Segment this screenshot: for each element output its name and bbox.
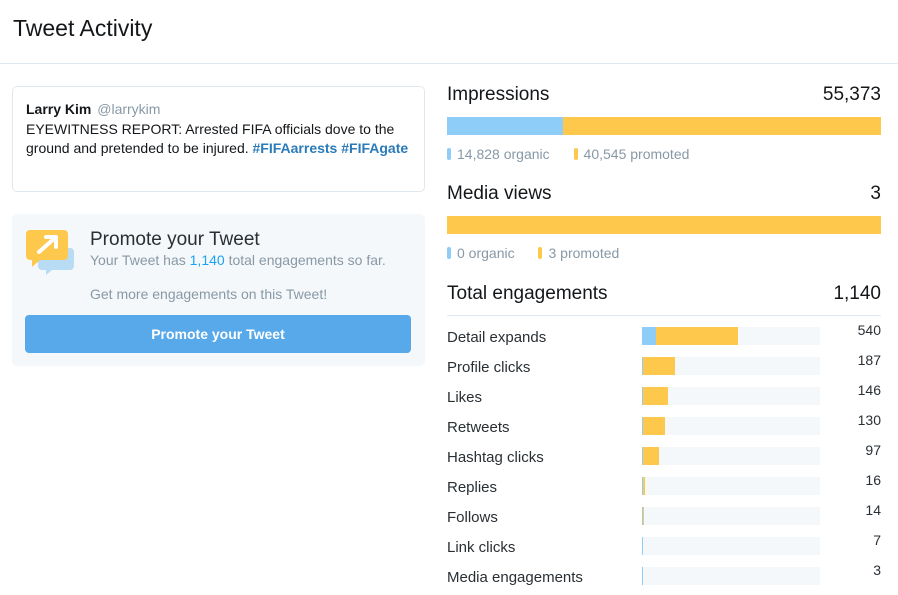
media-views-organic: 0 organic <box>457 245 515 261</box>
promote-desc-suffix: total engagements so far. <box>228 252 386 268</box>
media-views-label: Media views <box>447 183 552 204</box>
engagement-bar-promoted <box>656 327 738 345</box>
engagement-bar-track <box>642 387 820 405</box>
hashtag-link[interactable]: #FIFAarrests <box>253 140 338 156</box>
engagement-value: 16 <box>865 472 881 488</box>
engagement-label: Link clicks <box>447 539 516 556</box>
promoted-swatch <box>538 247 543 259</box>
engagement-bar-promoted <box>643 357 675 375</box>
engagement-label: Follows <box>447 509 498 526</box>
impressions-organic: 14,828 organic <box>457 146 550 162</box>
engagement-label: Media engagements <box>447 569 583 586</box>
tweet-text: EYEWITNESS REPORT: Arrested FIFA officia… <box>26 120 411 158</box>
total-engagements-metric: Total engagements 1,140 <box>447 283 881 309</box>
engagement-bar-organic <box>642 447 643 465</box>
media-views-bar <box>447 216 881 234</box>
hashtag-link[interactable]: #FIFAgate <box>341 140 408 156</box>
total-engagements-value: 1,140 <box>833 283 881 304</box>
impressions-legend: 14,828 organic 40,545 promoted <box>447 146 709 162</box>
engagement-bar-organic <box>642 417 643 435</box>
engagement-value: 14 <box>865 502 881 518</box>
engagement-bar-organic <box>642 507 643 525</box>
promote-arrow-icon <box>26 230 74 275</box>
engagement-bar-track <box>642 477 820 495</box>
engagement-value: 146 <box>857 382 881 398</box>
engagements-divider <box>447 315 881 316</box>
engagement-value: 7 <box>873 532 881 548</box>
engagement-value: 540 <box>857 322 881 338</box>
engagement-value: 130 <box>857 412 881 428</box>
total-engagements-label: Total engagements <box>447 283 608 304</box>
engagement-label: Hashtag clicks <box>447 449 544 466</box>
engagement-value: 3 <box>873 562 881 578</box>
engagement-bar-track <box>642 567 820 585</box>
tweet-author: Larry Kim @larrykim <box>26 101 411 118</box>
promote-description: Your Tweet has 1,140 total engagements s… <box>90 252 410 268</box>
promote-more-text: Get more engagements on this Tweet! <box>90 286 328 302</box>
engagement-bar-organic <box>642 387 643 405</box>
engagement-bar-organic <box>642 477 643 495</box>
engagement-row: Follows 14 <box>447 502 881 532</box>
engagement-bar-track <box>642 447 820 465</box>
impressions-value: 55,373 <box>822 84 881 105</box>
engagement-bar-track <box>642 327 820 345</box>
engagement-bar-track <box>642 417 820 435</box>
page-header: Tweet Activity <box>0 0 898 64</box>
engagement-value: 187 <box>857 352 881 368</box>
engagement-row: Hashtag clicks 97 <box>447 442 881 472</box>
impressions-promoted: 40,545 promoted <box>583 146 690 162</box>
engagement-row: Profile clicks 187 <box>447 352 881 382</box>
promote-desc-prefix: Your Tweet has <box>90 252 186 268</box>
engagement-count: 1,140 <box>189 252 225 268</box>
promoted-swatch <box>573 148 578 160</box>
engagement-value: 97 <box>865 442 881 458</box>
media-views-value: 3 <box>870 183 881 204</box>
engagement-bar-track <box>642 357 820 375</box>
engagement-row: Detail expands 540 <box>447 322 881 352</box>
engagement-label: Replies <box>447 479 498 496</box>
media-views-legend: 0 organic 3 promoted <box>447 245 639 261</box>
promote-panel: Promote your Tweet Your Tweet has 1,140 … <box>12 214 425 366</box>
engagement-row: Retweets 130 <box>447 412 881 442</box>
promote-tweet-button[interactable]: Promote your Tweet <box>25 315 411 353</box>
media-views-promoted: 3 promoted <box>548 245 620 261</box>
engagement-label: Profile clicks <box>447 359 531 376</box>
engagement-bar-organic <box>642 567 643 585</box>
engagement-row: Replies 16 <box>447 472 881 502</box>
impressions-label: Impressions <box>447 84 550 105</box>
engagement-row: Media engagements 3 <box>447 562 881 592</box>
engagement-bar-track <box>642 537 820 555</box>
engagement-bar-track <box>642 507 820 525</box>
impressions-bar <box>447 117 881 135</box>
engagement-label: Detail expands <box>447 329 547 346</box>
engagement-bar-promoted <box>643 387 668 405</box>
author-handle[interactable]: @larrykim <box>97 101 160 117</box>
organic-swatch <box>447 247 451 259</box>
engagement-label: Likes <box>447 389 483 406</box>
promote-title: Promote your Tweet <box>90 229 260 250</box>
media-views-metric: Media views 3 0 organic 3 promoted <box>447 183 881 263</box>
page-title: Tweet Activity <box>13 15 153 41</box>
engagement-label: Retweets <box>447 419 510 436</box>
impressions-organic-fill <box>447 117 564 135</box>
tweet-card[interactable]: Larry Kim @larrykim EYEWITNESS REPORT: A… <box>12 86 425 192</box>
impressions-metric: Impressions 55,373 14,828 organic 40,545… <box>447 84 881 164</box>
author-name[interactable]: Larry Kim <box>26 101 91 117</box>
engagement-row: Likes 146 <box>447 382 881 412</box>
engagement-row: Link clicks 7 <box>447 532 881 562</box>
engagement-bar-promoted <box>642 417 665 435</box>
engagement-bar-organic <box>642 327 656 345</box>
engagement-bar-organic <box>642 537 643 555</box>
organic-swatch <box>447 148 451 160</box>
engagement-bar-promoted <box>643 447 659 465</box>
engagement-bar-organic <box>642 357 643 375</box>
tweet-body: EYEWITNESS REPORT: Arrested FIFA officia… <box>26 121 395 156</box>
